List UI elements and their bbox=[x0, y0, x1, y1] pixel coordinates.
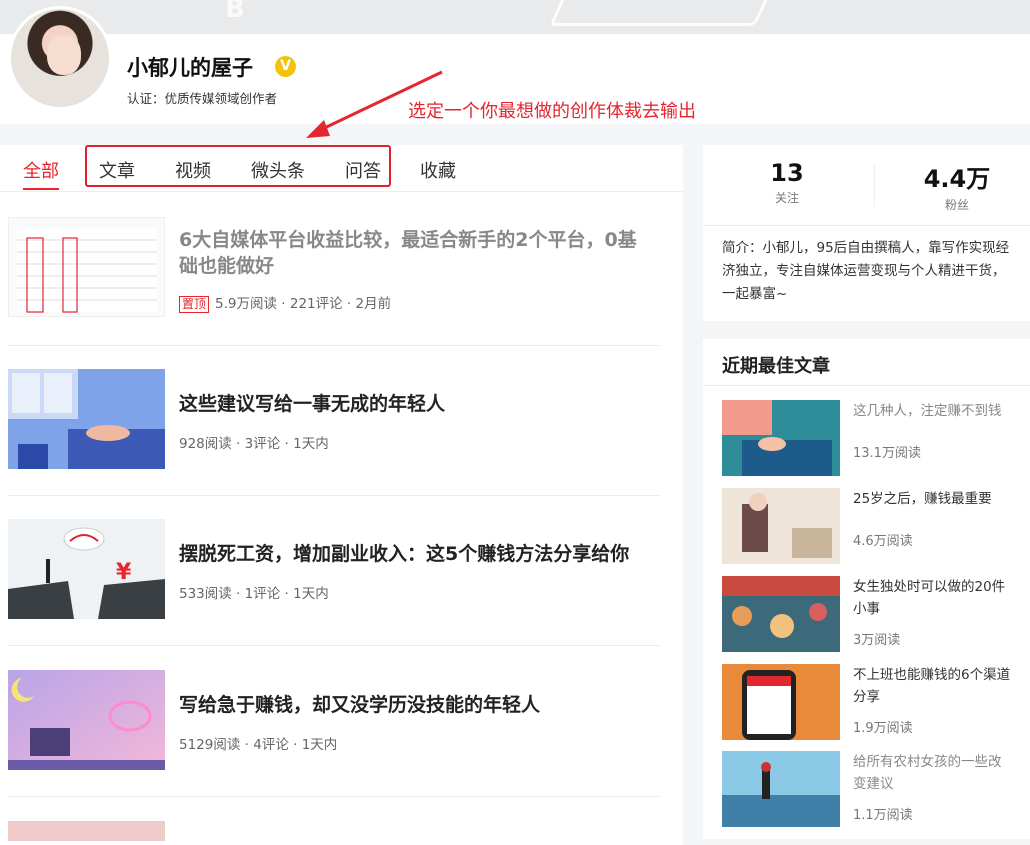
best-article-thumbnail[interactable] bbox=[722, 751, 840, 827]
following-label: 关注 bbox=[774, 191, 799, 205]
article-title[interactable]: 6大自媒体平台收益比较，最适合新手的2个平台，0基 础也能做好 bbox=[179, 227, 659, 279]
best-article-thumbnail[interactable] bbox=[722, 664, 840, 740]
best-article-meta: 1.1万阅读 bbox=[853, 808, 913, 823]
article-thumbnail[interactable] bbox=[8, 217, 165, 317]
username: 小郁儿的屋子 bbox=[127, 56, 253, 80]
article-meta: 928阅读 · 3评论 · 1天内 bbox=[179, 436, 329, 452]
best-article-meta: 3万阅读 bbox=[853, 633, 901, 648]
profile-intro: 简介：小郁儿，95后自由撰稿人，靠写作实现经 济独立，专注自媒体运营变现与个人精… bbox=[722, 240, 1010, 302]
article-item[interactable]: 6大自媒体平台收益比较，最适合新手的2个平台，0基 础也能做好 置顶 5.9万阅读… bbox=[8, 217, 660, 346]
best-article-item[interactable]: 不上班也能赚钱的6个渠道 分享 1.9万阅读 bbox=[722, 664, 1022, 740]
annotation-text: 选定一个你最想做的创作体裁去输出 bbox=[408, 101, 696, 122]
article-title[interactable]: 这些建议写给一事无成的年轻人 bbox=[179, 391, 659, 417]
divider bbox=[874, 165, 875, 207]
best-article-title[interactable]: 女生独处时可以做的20件 小事 bbox=[853, 576, 1018, 620]
fans-count: 4.4万 bbox=[923, 165, 991, 193]
divider bbox=[703, 385, 1030, 386]
article-item[interactable]: 写给急于赚钱，却又没学历没技能的年轻人 5129阅读 · 4评论 · 1天内 bbox=[8, 670, 660, 797]
best-article-thumbnail[interactable] bbox=[722, 576, 840, 652]
top-banner: B bbox=[0, 0, 1030, 34]
best-article-thumbnail[interactable] bbox=[722, 488, 840, 564]
best-article-meta: 4.6万阅读 bbox=[853, 534, 913, 549]
article-item[interactable]: 这些建议写给一事无成的年轻人 928阅读 · 3评论 · 1天内 bbox=[8, 369, 660, 496]
avatar[interactable] bbox=[8, 6, 112, 110]
fans-label: 粉丝 bbox=[944, 198, 969, 212]
best-article-item[interactable]: 25岁之后，赚钱最重要 4.6万阅读 bbox=[722, 488, 1022, 564]
following-count: 13 bbox=[770, 159, 804, 187]
article-meta: 置顶 5.9万阅读 · 221评论 · 2月前 bbox=[179, 292, 391, 313]
best-article-title[interactable]: 给所有农村女孩的一些改 变建议 bbox=[853, 751, 1018, 795]
article-thumbnail[interactable] bbox=[8, 369, 165, 469]
main-panel: 全部 文章 视频 微头条 问答 收藏 6大自媒体平台收益比较，最适合新手的2个平… bbox=[0, 145, 683, 845]
verified-v-icon: V bbox=[275, 56, 296, 77]
best-article-item[interactable]: 女生独处时可以做的20件 小事 3万阅读 bbox=[722, 576, 1022, 652]
banner-decoration bbox=[549, 0, 777, 26]
article-thumbnail[interactable]: ¥ bbox=[8, 519, 165, 619]
article-meta: 533阅读 · 1评论 · 1天内 bbox=[179, 586, 329, 602]
article-title[interactable]: 摆脱死工资，增加副业收入：这5个赚钱方法分享给你 bbox=[179, 541, 659, 567]
tab-favorites[interactable]: 收藏 bbox=[420, 157, 456, 183]
divider bbox=[703, 225, 1030, 226]
article-thumbnail[interactable] bbox=[8, 821, 165, 841]
best-article-meta: 13.1万阅读 bbox=[853, 446, 921, 461]
article-title[interactable]: 写给急于赚钱，却又没学历没技能的年轻人 bbox=[179, 692, 659, 718]
profile-stats-card: 13 关注 4.4万 粉丝 简介：小郁儿，95后自由撰稿人，靠写作实现经 济独立… bbox=[703, 145, 1030, 321]
tab-all[interactable]: 全部 bbox=[23, 157, 59, 183]
fans-stat[interactable]: 4.4万 粉丝 bbox=[877, 159, 1030, 213]
pinned-badge: 置顶 bbox=[179, 296, 210, 313]
banner-decoration: B bbox=[225, 0, 245, 24]
article-item[interactable]: ¥ 摆脱死工资，增加副业收入：这5个赚钱方法分享给你 533阅读 · 1评论 ·… bbox=[8, 519, 660, 646]
best-article-title[interactable]: 25岁之后，赚钱最重要 bbox=[853, 488, 1018, 510]
active-tab-underline bbox=[23, 188, 59, 190]
following-stat[interactable]: 13 关注 bbox=[707, 159, 867, 206]
best-article-item[interactable]: 给所有农村女孩的一些改 变建议 1.1万阅读 bbox=[722, 751, 1022, 827]
best-article-meta: 1.9万阅读 bbox=[853, 721, 913, 736]
best-articles-card: 近期最佳文章 这几种人，注定赚不到钱 13.1万阅读 25岁之后，赚钱最重要 4… bbox=[703, 339, 1030, 839]
best-articles-title: 近期最佳文章 bbox=[722, 356, 830, 377]
article-meta: 5129阅读 · 4评论 · 1天内 bbox=[179, 737, 338, 753]
cert-text: 认证：优质传媒领域创作者 bbox=[127, 91, 278, 106]
best-article-title[interactable]: 不上班也能赚钱的6个渠道 分享 bbox=[853, 664, 1018, 708]
tab-bar: 全部 文章 视频 微头条 问答 收藏 bbox=[0, 145, 683, 192]
svg-text:¥: ¥ bbox=[116, 560, 132, 585]
best-article-item[interactable]: 这几种人，注定赚不到钱 13.1万阅读 bbox=[722, 400, 1022, 476]
best-article-thumbnail[interactable] bbox=[722, 400, 840, 476]
best-article-title[interactable]: 这几种人，注定赚不到钱 bbox=[853, 400, 1018, 422]
article-thumbnail[interactable] bbox=[8, 670, 165, 770]
annotation-highlight-box bbox=[85, 145, 391, 187]
